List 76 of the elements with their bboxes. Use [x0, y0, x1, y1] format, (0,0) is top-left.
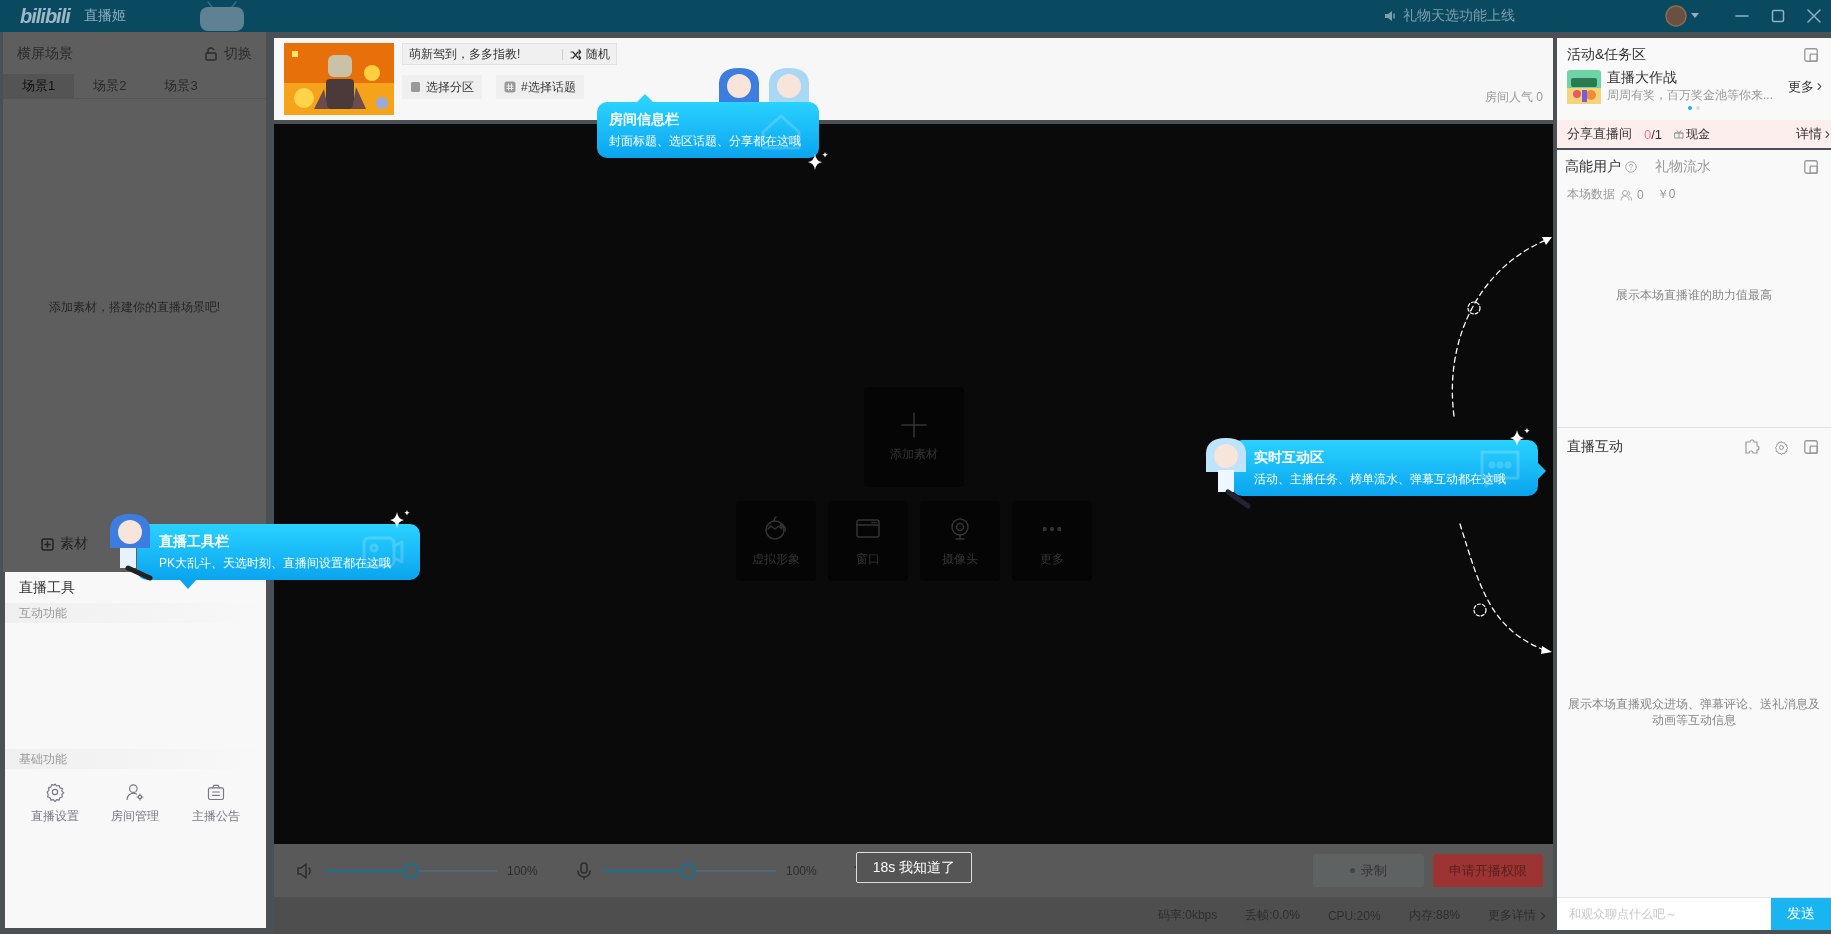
help-icon[interactable] [1625, 161, 1637, 173]
viewer-count: 0 [1637, 187, 1644, 202]
tooltip-text: 活动、主播任务、榜单流水、弹幕互动都在这哦 [1254, 471, 1507, 488]
tooltip-title: 直播工具栏 [159, 533, 230, 551]
event-title: 直播大作战 [1607, 69, 1678, 87]
gift-icon [1674, 129, 1685, 139]
slider-thumb[interactable] [402, 862, 419, 879]
float-window-icon[interactable] [1803, 159, 1819, 175]
float-window-icon[interactable] [1803, 47, 1819, 63]
volume-slider[interactable] [603, 862, 776, 879]
plus-square-icon [41, 537, 54, 551]
people-icon [1620, 188, 1632, 201]
speaker-icon [1383, 9, 1397, 23]
share-label: 分享直播间 [1567, 125, 1632, 143]
tooltip-text: PK大乱斗、天选时刻、直播间设置都在这哦 [159, 555, 392, 572]
panel-title: 直播工具 [18, 578, 76, 597]
avatar-icon[interactable] [1665, 5, 1687, 27]
total-count: /1 [1651, 126, 1663, 142]
chevron-icon [1824, 128, 1831, 140]
apply-button[interactable]: 申请开播权限 [1433, 854, 1543, 887]
tool-button[interactable]: 房间管理 [95, 781, 176, 826]
puzzle-icon[interactable] [1744, 439, 1760, 455]
section-title: 互动功能 [19, 604, 67, 622]
maximize-icon[interactable] [1771, 9, 1785, 23]
caret-icon[interactable] [1691, 13, 1699, 19]
tooltip-title: 实时互动区 [1254, 449, 1325, 467]
dismiss-button[interactable]: 18s 我知道了 [856, 852, 972, 883]
volume-slider[interactable] [324, 862, 497, 879]
tooltip-text: 封面标题、选区话题、分享都在这哦 [609, 133, 802, 150]
revenue-amount: ￥0 [1656, 186, 1676, 203]
send-button[interactable]: 发送 [1771, 898, 1831, 930]
chevron-icon [1539, 909, 1547, 922]
panel-tab[interactable]: 礼物流水 [1655, 158, 1711, 176]
tool-button[interactable]: 直播设置 [15, 781, 96, 826]
notice-text: 礼物天选功能上线 [1403, 7, 1515, 25]
slider-thumb[interactable] [679, 862, 696, 879]
speaker-icon [296, 861, 314, 880]
stats-label: 本场数据 [1567, 186, 1615, 203]
more-icon [1042, 526, 1061, 531]
float-window-icon[interactable] [1803, 439, 1819, 455]
app-logo: bilibili [20, 4, 70, 28]
figure-drawing [1205, 438, 1251, 509]
completed-count: 0 [1644, 126, 1652, 142]
chevron-icon [1816, 81, 1823, 92]
tooltip-title: 房间信息栏 [609, 111, 680, 129]
add-source-button[interactable]: 素材 [41, 535, 88, 553]
hashtag-icon [504, 81, 516, 93]
close-icon[interactable] [1807, 9, 1821, 23]
section-title: 基础功能 [19, 750, 67, 768]
gear-icon[interactable] [1774, 439, 1789, 455]
scene-tab[interactable]: 场景1 [3, 74, 75, 98]
panel-title: 活动&任务区 [1567, 46, 1647, 64]
document-icon [410, 81, 421, 93]
figure-drawing [718, 68, 760, 102]
plus-icon [900, 411, 927, 438]
lock-icon [204, 47, 218, 61]
event-description: 周周有奖，百万奖金池等你来... [1607, 87, 1774, 104]
panel-tab[interactable]: 高能用户 [1565, 158, 1621, 176]
empty-hint: 展示本场直播观众进场、弹幕评论、送礼消息及动画等互动信息 [1567, 695, 1821, 728]
more-link[interactable]: 更多 [1788, 77, 1823, 96]
tool-button[interactable]: 主播公告 [175, 781, 256, 826]
carousel-dot[interactable] [1688, 106, 1692, 110]
topic-button[interactable]: #选择话题 [496, 75, 584, 99]
category-button[interactable]: 选择分区 [402, 75, 482, 99]
user-settings-icon [125, 782, 146, 802]
figure-drawing [768, 68, 810, 102]
empty-hint: 展示本场直播谁的助力值最高 [1616, 286, 1772, 304]
reward-label: 现金 [1686, 125, 1711, 143]
gear-icon [45, 782, 66, 802]
panel-title: 直播互动 [1567, 438, 1624, 456]
popularity-text: 房间人气 0 [1485, 89, 1543, 106]
app-name: 直播姬 [83, 7, 126, 25]
microphone-icon [575, 861, 593, 880]
details-link[interactable]: 详情 [1796, 125, 1831, 143]
figure-drawing [109, 514, 153, 581]
notice-board-icon [205, 782, 226, 802]
